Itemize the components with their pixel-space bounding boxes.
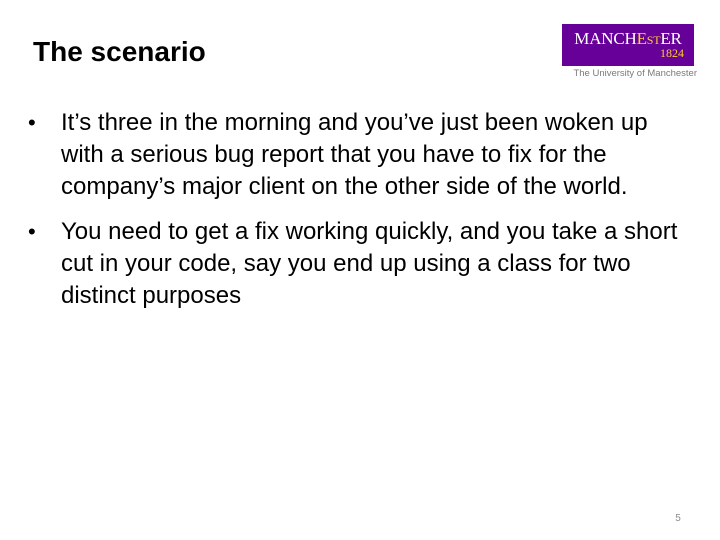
bullet-marker: • bbox=[28, 110, 36, 135]
bullet-text: You need to get a fix working quickly, a… bbox=[61, 218, 678, 309]
slide: The scenario MANCHESTER 1824 The Univers… bbox=[0, 0, 720, 540]
logo-word-part-2: E bbox=[636, 29, 647, 48]
bullet-text: It’s three in the morning and you’ve jus… bbox=[61, 109, 648, 200]
page-number: 5 bbox=[675, 513, 681, 524]
university-logo: MANCHESTER 1824 bbox=[562, 24, 694, 66]
bullet-item: • You need to get a fix working quickly,… bbox=[26, 216, 686, 312]
logo-word-part-1: MANCH bbox=[574, 29, 637, 48]
logo-word-part-3: ST bbox=[646, 33, 661, 47]
slide-title: The scenario bbox=[33, 36, 206, 67]
bullet-list: • It’s three in the morning and you’ve j… bbox=[26, 107, 686, 325]
bullet-item: • It’s three in the morning and you’ve j… bbox=[26, 107, 686, 203]
logo-year: 1824 bbox=[660, 46, 684, 60]
logo-subtitle: The University of Manchester bbox=[573, 68, 697, 79]
bullet-marker: • bbox=[28, 219, 36, 244]
